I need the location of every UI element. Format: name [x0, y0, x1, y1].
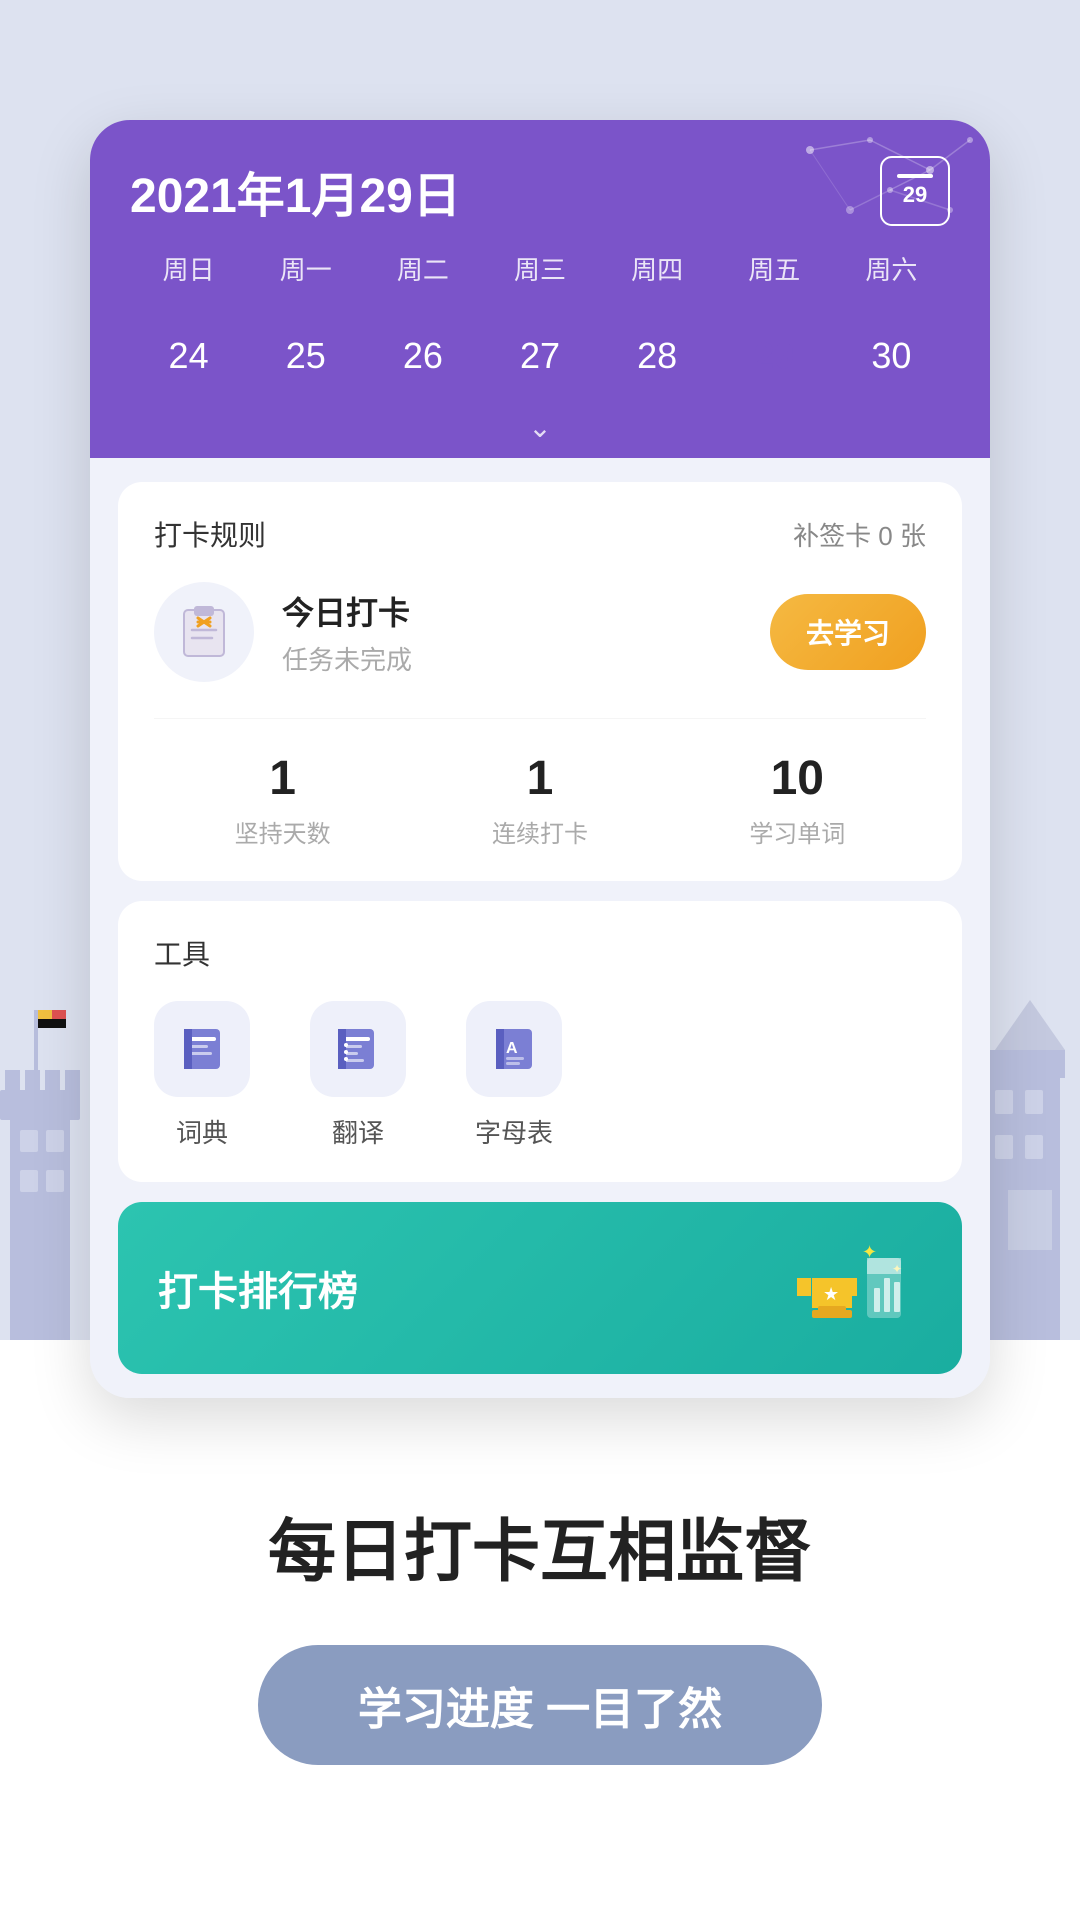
alphabet-icon: A [488, 1023, 540, 1075]
date-24[interactable]: 24 [130, 319, 247, 393]
tool-translate-icon-wrap [310, 1001, 406, 1097]
dictionary-icon [176, 1023, 228, 1075]
weekday-sun: 周日 [130, 250, 247, 303]
stat-persist-label: 坚持天数 [235, 814, 331, 849]
tool-alphabet-icon-wrap: A [466, 1001, 562, 1097]
today-checkin-sub: 任务未完成 [282, 640, 742, 677]
checkin-card-header: 打卡规则 补签卡 0 张 [154, 514, 926, 554]
stat-streak-label: 连续打卡 [492, 814, 588, 849]
tools-grid: 词典 [154, 1001, 926, 1150]
checkin-icon-wrap [154, 582, 254, 682]
ranking-banner[interactable]: 打卡排行榜 ✦ ✦ ✦ ★ [118, 1202, 962, 1374]
calendar-title: 2021年1月29日 [130, 156, 461, 226]
calendar-header: 2021年1月29日 29 周日 周一 周二 周三 周四 周五 周六 24 25… [90, 120, 990, 458]
weekday-mon: 周一 [247, 250, 364, 303]
checkin-card-title: 打卡规则 [154, 514, 266, 554]
date-25[interactable]: 25 [247, 319, 364, 393]
tools-section-title: 工具 [154, 933, 926, 973]
tool-dictionary-label: 词典 [176, 1113, 228, 1150]
translate-icon [332, 1023, 384, 1075]
weekdays-row: 周日 周一 周二 周三 周四 周五 周六 [130, 250, 950, 303]
stat-streak: 1 连续打卡 [492, 751, 588, 849]
bottom-section: 每日打卡互相监督 学习进度 一目了然 [0, 1340, 1080, 1920]
tool-dictionary-icon-wrap [154, 1001, 250, 1097]
tool-dictionary[interactable]: 词典 [154, 1001, 250, 1150]
bottom-cta-button[interactable]: 学习进度 一目了然 [258, 1645, 822, 1765]
tool-alphabet-label: 字母表 [475, 1113, 553, 1150]
chevron-down-icon: ⌄ [528, 412, 551, 443]
main-content: 打卡规则 补签卡 0 张 今 [90, 458, 990, 1398]
network-decoration [730, 120, 990, 240]
date-28[interactable]: 28 [599, 319, 716, 393]
weekday-wed: 周三 [481, 250, 598, 303]
go-study-button[interactable]: 去学习 [770, 594, 926, 670]
checkin-clipboard-icon [174, 602, 234, 662]
checkin-info: 今日打卡 任务未完成 [282, 588, 742, 677]
dates-row: 24 25 26 27 28 29 30 [130, 303, 950, 403]
today-checkin-title: 今日打卡 [282, 588, 742, 634]
tool-translate[interactable]: 翻译 [310, 1001, 406, 1150]
chevron-row[interactable]: ⌄ [130, 403, 950, 458]
checkin-row: 今日打卡 任务未完成 去学习 [154, 582, 926, 682]
stat-words: 10 学习单词 [749, 751, 845, 849]
tool-translate-label: 翻译 [332, 1113, 384, 1150]
ranking-decoration: ✦ ✦ ✦ ★ [762, 1238, 922, 1338]
tools-card: 工具 词典 [118, 901, 962, 1182]
weekday-tue: 周二 [364, 250, 481, 303]
stats-row: 1 坚持天数 1 连续打卡 10 学习单词 [154, 718, 926, 849]
svg-text:A: A [506, 1040, 518, 1057]
tool-alphabet[interactable]: A 字母表 [466, 1001, 562, 1150]
ranking-trophy-icon: ✦ ✦ ✦ ★ [762, 1238, 922, 1338]
weekday-fri: 周五 [716, 250, 833, 303]
date-30[interactable]: 30 [833, 319, 950, 393]
stat-streak-num: 1 [492, 751, 588, 806]
stat-persist-num: 1 [235, 751, 331, 806]
stat-words-label: 学习单词 [749, 814, 845, 849]
date-29-active[interactable]: 29 [716, 319, 833, 393]
weekday-sat: 周六 [833, 250, 950, 303]
ranking-label: 打卡排行榜 [158, 1259, 358, 1317]
phone-card: 2021年1月29日 29 周日 周一 周二 周三 周四 周五 周六 24 25… [90, 120, 990, 1398]
weekday-thu: 周四 [599, 250, 716, 303]
svg-text:★: ★ [823, 1284, 839, 1304]
checkin-card: 打卡规则 补签卡 0 张 今 [118, 482, 962, 881]
date-26[interactable]: 26 [364, 319, 481, 393]
date-27[interactable]: 27 [481, 319, 598, 393]
bottom-title: 每日打卡互相监督 [268, 1496, 812, 1595]
supplement-label: 补签卡 0 张 [793, 516, 926, 553]
stat-persist-days: 1 坚持天数 [235, 751, 331, 849]
stat-words-num: 10 [749, 751, 845, 806]
